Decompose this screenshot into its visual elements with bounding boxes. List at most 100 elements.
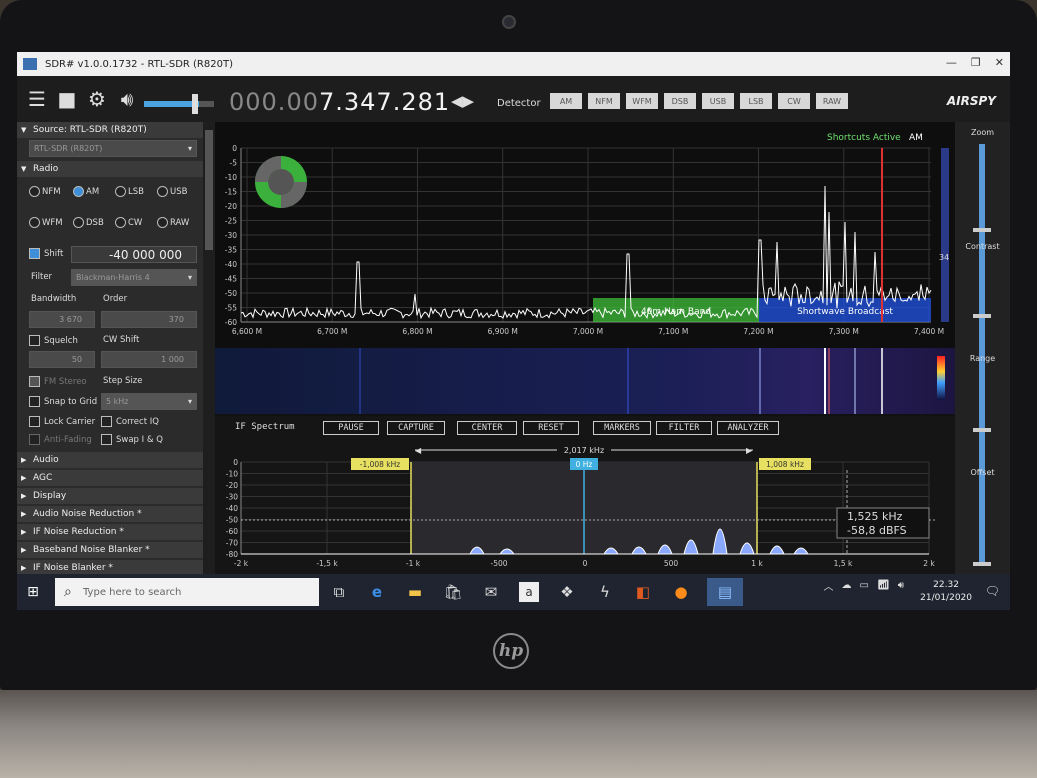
stepsize-label: Step Size — [103, 376, 143, 386]
volume-knob[interactable] — [192, 94, 198, 114]
mail-icon[interactable]: ✉ — [477, 578, 505, 606]
filter-button[interactable]: FILTER — [656, 421, 712, 435]
analyzer-button[interactable]: ANALYZER — [717, 421, 779, 435]
taskbar-search-input[interactable]: Type here to search — [55, 578, 319, 606]
section-source[interactable]: Source: RTL-SDR (R820T) — [17, 122, 203, 138]
section-audio-noise-reduction[interactable]: Audio Noise Reduction * — [17, 506, 203, 522]
radio-dsb[interactable]: DSB — [73, 217, 104, 228]
lightning-app-icon[interactable]: ϟ — [591, 578, 619, 606]
pause-button[interactable]: PAUSE — [323, 421, 379, 435]
scrollbar-thumb[interactable] — [205, 130, 213, 250]
fmstereo-checkbox[interactable]: FM Stereo — [29, 376, 87, 387]
antifading-checkbox[interactable]: Anti-Fading — [29, 434, 92, 445]
order-input[interactable]: 370 — [101, 311, 197, 328]
store-icon[interactable]: 🛍︎ — [439, 578, 467, 606]
filter-select[interactable]: Blackman-Harris 4 ▾ — [71, 269, 197, 286]
reset-button[interactable]: RESET — [523, 421, 579, 435]
mode-button-raw[interactable]: RAW — [816, 93, 848, 109]
radio-nfm[interactable]: NFM — [29, 186, 61, 197]
speaker-icon[interactable]: 🔊︎ — [117, 87, 137, 111]
minimize-icon[interactable]: — — [946, 56, 957, 69]
offset-label: Offset — [970, 468, 995, 477]
section-radio[interactable]: Radio — [17, 161, 203, 177]
shift-input[interactable]: -40 000 000 — [71, 246, 197, 263]
tuning-arrows-icon[interactable]: ◀▶ — [451, 92, 474, 110]
radio-wfm[interactable]: WFM — [29, 217, 63, 228]
main-display: 0 -5 -10 -15 -20 -25 -30 -35 -40 -45 -50 -55 -60 6,60… — [215, 122, 955, 574]
radio-cw[interactable]: CW — [115, 217, 142, 228]
markers-button[interactable]: MARKERS — [593, 421, 651, 435]
section-baseband-noise-blanker[interactable]: Baseband Noise Blanker * — [17, 542, 203, 558]
section-agc[interactable]: AGC — [17, 470, 203, 486]
sidebar-scrollbar[interactable] — [203, 122, 215, 574]
stop-icon[interactable]: ■ — [57, 87, 77, 111]
correctiq-checkbox[interactable]: Correct IQ — [101, 416, 159, 427]
left-marker-label[interactable]: -1,008 kHz — [360, 460, 401, 469]
level-bar — [941, 148, 949, 322]
task-view-icon[interactable]: ⧉ — [325, 578, 353, 606]
right-marker-label[interactable]: 1,008 kHz — [766, 460, 804, 469]
wifi-icon[interactable]: 📶︎ — [877, 580, 890, 591]
volume-tray-icon[interactable]: 🔊︎ — [898, 580, 904, 591]
notification-icon[interactable]: 🗨︎ — [985, 584, 1000, 598]
menu-icon[interactable]: ☰ — [27, 87, 47, 111]
sdrsharp-taskbar-icon[interactable]: ▤ — [707, 578, 743, 606]
waterfall[interactable] — [215, 348, 955, 414]
restore-icon[interactable]: ❐ — [971, 56, 981, 69]
mode-button-usb[interactable]: USB — [702, 93, 734, 109]
tray-chevron-icon[interactable]: ︿ — [824, 578, 834, 593]
zoom-slider-knob[interactable] — [973, 228, 991, 232]
mode-button-nfm[interactable]: NFM — [588, 93, 620, 109]
center-marker-label[interactable]: 0 Hz — [576, 460, 593, 469]
edge-icon[interactable]: e — [363, 578, 391, 606]
snap-checkbox[interactable]: Snap to Grid — [29, 396, 97, 407]
swapiq-checkbox[interactable]: Swap I & Q — [101, 434, 163, 445]
center-button[interactable]: CENTER — [457, 421, 517, 435]
shift-checkbox[interactable]: Shift — [29, 248, 63, 259]
radio-lsb[interactable]: LSB — [115, 186, 144, 197]
spectrum-y-tick: -15 — [225, 188, 237, 197]
section-audio[interactable]: Audio — [17, 452, 203, 468]
bandwidth-input[interactable]: 3 670 — [29, 311, 95, 328]
radio-usb[interactable]: USB — [157, 186, 187, 197]
bandwidth-label: Bandwidth — [31, 294, 77, 304]
dropbox-icon[interactable]: ❖ — [553, 578, 581, 606]
gear-icon[interactable]: ⚙ — [87, 87, 107, 111]
if-x-tick: 1,5 k — [834, 559, 853, 568]
onedrive-icon[interactable]: ☁ — [842, 580, 852, 591]
if-x-tick: 2 k — [923, 559, 935, 568]
squelch-input[interactable]: 50 — [29, 351, 95, 368]
clock-date: 21/01/2020 — [920, 593, 972, 603]
if-y-tick: -20 — [226, 481, 238, 490]
file-explorer-icon[interactable]: ▬ — [401, 578, 429, 606]
mode-button-wfm[interactable]: WFM — [626, 93, 658, 109]
if-spectrum-chart[interactable]: 0 -10 -20 -30 -40 -50 -60 -70 -80-2 k -1,5 k -1 k -… — [215, 440, 955, 574]
contrast-slider-knob[interactable] — [973, 314, 991, 318]
close-icon[interactable]: ✕ — [995, 56, 1004, 69]
lockcarrier-checkbox[interactable]: Lock Carrier — [29, 416, 95, 427]
mode-button-cw[interactable]: CW — [778, 93, 810, 109]
spectrum-analyzer[interactable]: 0 -5 -10 -15 -20 -25 -30 -35 -40 -45 -50 -55 -606,60… — [215, 122, 955, 348]
mode-button-dsb[interactable]: DSB — [664, 93, 696, 109]
offset-slider-knob[interactable] — [973, 562, 991, 566]
range-slider-knob[interactable] — [973, 428, 991, 432]
battery-icon[interactable]: ▭ — [860, 580, 869, 591]
office-icon[interactable]: ◧ — [629, 578, 657, 606]
mode-button-am[interactable]: AM — [550, 93, 582, 109]
frequency-display[interactable]: 000.007.347.281 — [229, 88, 450, 116]
volume-slider[interactable] — [144, 94, 214, 114]
windows-start-icon[interactable]: ⊞ — [17, 574, 49, 610]
stepsize-select[interactable]: 5 kHz ▾ — [101, 393, 197, 410]
amazon-icon[interactable]: a — [519, 582, 539, 602]
squelch-checkbox[interactable]: Squelch — [29, 335, 78, 346]
mode-button-lsb[interactable]: LSB — [740, 93, 772, 109]
source-select[interactable]: RTL-SDR (R820T) ▾ — [29, 140, 197, 157]
radio-raw[interactable]: RAW — [157, 217, 189, 228]
capture-button[interactable]: CAPTURE — [387, 421, 445, 435]
taskbar-clock[interactable]: 22.32 21/01/2020 — [920, 579, 972, 605]
radio-am[interactable]: AM — [73, 186, 99, 197]
section-display[interactable]: Display — [17, 488, 203, 504]
cwshift-input[interactable]: 1 000 — [101, 351, 197, 368]
firefox-icon[interactable]: ● — [667, 578, 695, 606]
section-if-noise-reduction[interactable]: IF Noise Reduction * — [17, 524, 203, 540]
